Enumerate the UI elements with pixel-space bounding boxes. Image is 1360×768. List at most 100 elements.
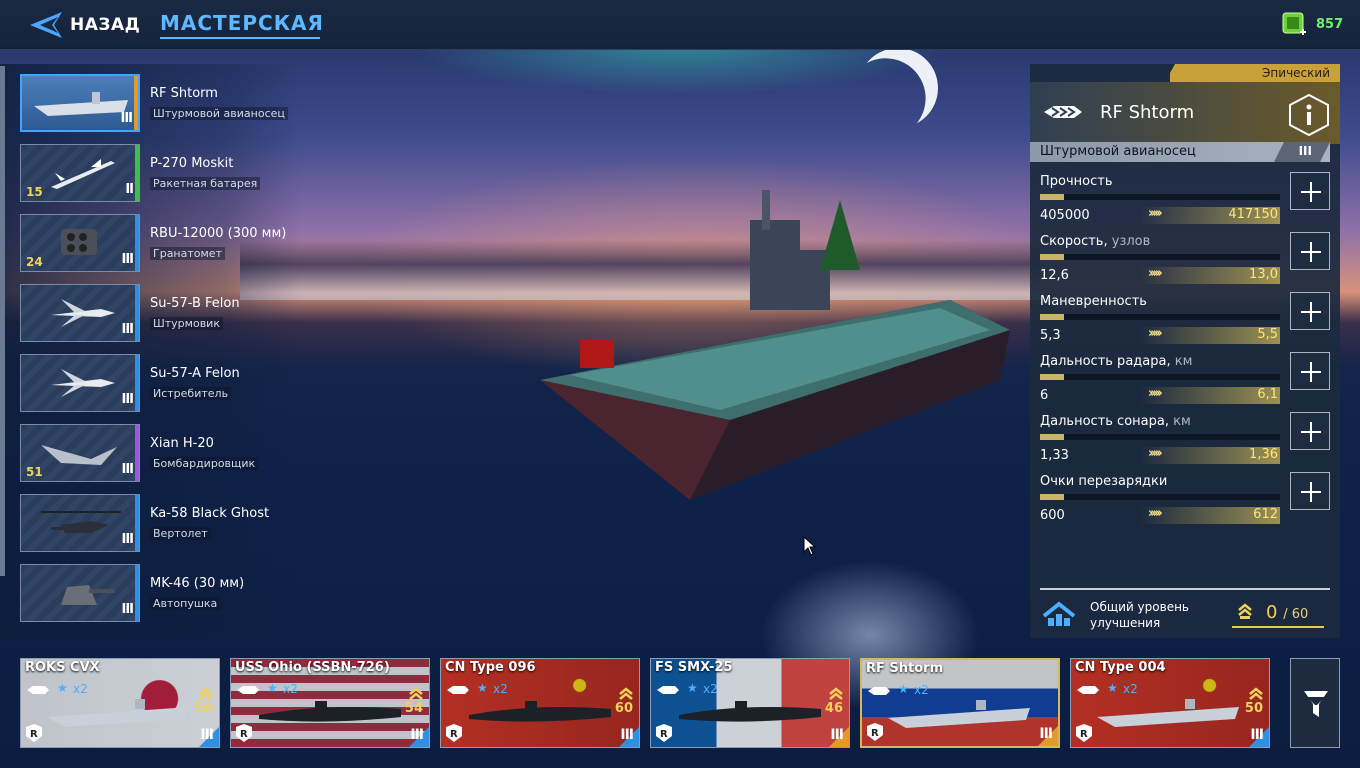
module-level: 15 [26, 185, 43, 199]
upgrade-level-label: Общий уровень улучшения [1090, 600, 1189, 630]
carrier-class-icon [27, 686, 49, 694]
ship-tier: III [410, 727, 424, 743]
carrier-class-icon [1077, 686, 1099, 694]
module-item[interactable]: III Ka-58 Black Ghost Вертолет [20, 494, 300, 552]
module-tier: III [121, 462, 133, 477]
module-thumbnail[interactable]: 51 III [20, 424, 140, 482]
stat-bar-fill [1040, 434, 1064, 440]
stat-upgrade-button[interactable] [1290, 352, 1330, 390]
module-tier: III [120, 111, 132, 126]
upgrade-current: 0 [1266, 602, 1278, 623]
submarine-class-icon [447, 686, 469, 694]
stat-upgrade: ››››› 5,5 [1140, 326, 1280, 344]
stat-label: Маневренность [1040, 294, 1147, 309]
stat-next: 612 [1253, 507, 1278, 522]
info-icon[interactable] [1288, 94, 1330, 136]
page-title: МАСТЕРСКАЯ [160, 11, 324, 35]
currency-icon[interactable] [1282, 12, 1306, 38]
module-item[interactable]: III MK-46 (30 мм) Автопушка [20, 564, 300, 622]
module-thumbnail[interactable]: III [20, 564, 140, 622]
ship-card[interactable]: RF Shtorm ★ x2 R III [860, 658, 1060, 748]
module-name: Su-57-B Felon [150, 296, 240, 311]
ship-level: 50 [194, 701, 213, 716]
stat-bar [1040, 434, 1280, 440]
ship-multiplier: x2 [493, 682, 508, 696]
stat-current: 405000 [1040, 208, 1090, 223]
module-name: Xian H-20 [150, 436, 214, 451]
upgrade-arrows-icon: ››››› [1148, 506, 1163, 521]
stat-row: Очки перезарядки 600 ››››› 612 [1040, 472, 1340, 534]
module-name: RBU-12000 (300 мм) [150, 226, 287, 241]
r-badge-icon: R [1076, 724, 1092, 742]
upgrade-level-icon [1042, 601, 1076, 626]
module-thumbnail[interactable]: III [20, 284, 140, 342]
stat-unit: узлов [1111, 234, 1151, 249]
upgrade-arrows-icon: ››››› [1148, 206, 1163, 221]
module-item[interactable]: 24 III RBU-12000 (300 мм) Гранатомет [20, 214, 300, 272]
ship-card[interactable]: USS Ohio (SSBN-726) ★ x2 54 R III [230, 658, 430, 748]
stat-upgrade-button[interactable] [1290, 172, 1330, 210]
module-type: Бомбардировщик [150, 457, 259, 470]
ship-model [886, 698, 1036, 736]
stat-row: Дальность радара, км 6 ››››› 6,1 [1040, 352, 1340, 414]
back-arrow-icon[interactable] [28, 10, 64, 40]
filter-button[interactable] [1290, 658, 1340, 748]
module-type: Вертолет [150, 527, 211, 540]
ship-model [255, 697, 405, 731]
stat-current: 6 [1040, 388, 1049, 403]
stat-next: 417150 [1228, 207, 1278, 222]
ship-tier: III [620, 727, 634, 743]
module-item[interactable]: 15 II P-270 Moskit Ракетная батарея [20, 144, 300, 202]
tier-color-bar [135, 145, 139, 201]
tier-color-bar [135, 215, 139, 271]
ship-card[interactable]: CN Type 096 ★ x2 60 R III [440, 658, 640, 748]
module-item[interactable]: III Su-57-A Felon Истребитель [20, 354, 300, 412]
stat-bar-fill [1040, 494, 1064, 500]
stat-row: Скорость, узлов 12,6 ››››› 13,0 [1040, 232, 1340, 294]
module-tier: III [121, 532, 133, 547]
module-type: Автопушка [150, 597, 221, 610]
stat-upgrade: ››››› 612 [1140, 506, 1280, 524]
stat-label: Скорость, узлов [1040, 234, 1151, 249]
stat-row: Дальность сонара, км 1,33 ››››› 1,36 [1040, 412, 1340, 474]
upgrade-arrows-icon: ››››› [1148, 386, 1163, 401]
module-item[interactable]: III Su-57-B Felon Штурмовик [20, 284, 300, 342]
upgrade-level-box: 0 / 60 [1232, 596, 1324, 628]
module-name: Su-57-A Felon [150, 366, 240, 381]
detail-name: RF Shtorm [1100, 102, 1195, 123]
tier-color-bar [135, 425, 139, 481]
stat-upgrade-button[interactable] [1290, 412, 1330, 450]
module-tier: III [121, 252, 133, 267]
module-tier: III [121, 322, 133, 337]
module-thumbnail[interactable]: 15 II [20, 144, 140, 202]
stat-bar [1040, 254, 1280, 260]
stat-upgrade-button[interactable] [1290, 232, 1330, 270]
module-item[interactable]: 51 III Xian H-20 Бомбардировщик [20, 424, 300, 482]
rank-chevron-icon [1249, 687, 1263, 700]
module-item[interactable]: III RF Shtorm Штурмовой авианосец [20, 74, 300, 132]
module-list-scrollbar[interactable] [0, 66, 5, 576]
ship-multiplier: x2 [283, 682, 298, 696]
currency-value: 857 [1316, 17, 1344, 32]
stat-bar [1040, 194, 1280, 200]
carrier-class-icon [868, 687, 890, 695]
ship-card[interactable]: CN Type 004 ★ x2 50 R III [1070, 658, 1270, 748]
title-underline [160, 37, 320, 39]
detail-type-bar: Штурмовой авианосец III [1030, 142, 1330, 162]
ship-model [675, 697, 825, 731]
stat-upgrade-button[interactable] [1290, 472, 1330, 510]
module-type: Штурмовой авианосец [150, 107, 288, 120]
module-thumbnail[interactable]: 24 III [20, 214, 140, 272]
ship-card[interactable]: ROKS CVX ★ x2 50 R III [20, 658, 220, 748]
stat-upgrade-button[interactable] [1290, 292, 1330, 330]
ship-level: 60 [614, 701, 633, 716]
module-thumbnail[interactable]: III [20, 354, 140, 412]
stat-label: Дальность сонара, км [1040, 414, 1191, 429]
module-thumbnail[interactable]: III [20, 494, 140, 552]
carrier-class-icon [1044, 106, 1082, 118]
back-button[interactable]: НАЗАД [70, 15, 140, 35]
ship-card[interactable]: FS SMX-25 ★ x2 46 R III [650, 658, 850, 748]
tier-color-bar [134, 76, 138, 130]
svg-text:R: R [450, 729, 458, 740]
module-thumbnail[interactable]: III [20, 74, 140, 132]
